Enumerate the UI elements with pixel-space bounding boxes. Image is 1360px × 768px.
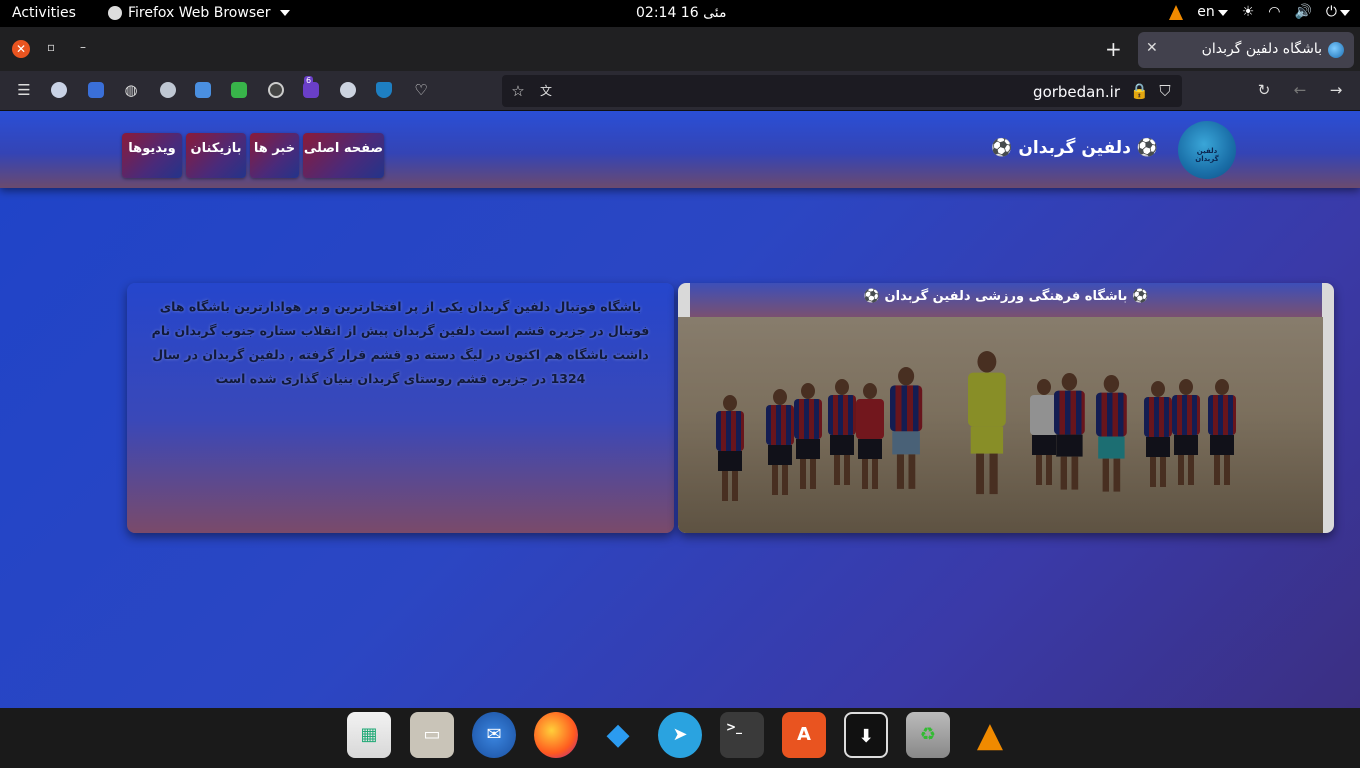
- download-extension-icon[interactable]: [231, 82, 247, 98]
- files-app-icon[interactable]: ▭: [410, 712, 454, 758]
- tab-strip: ✕ ▫ – + باشگاه دلفین گربدان ✕: [0, 27, 1360, 71]
- app-name: Firefox Web Browser: [128, 5, 271, 21]
- url-bar[interactable]: ☆ 文 gorbedan.ir 🔒 ⛉: [502, 75, 1182, 107]
- back-icon[interactable]: →: [1327, 81, 1345, 99]
- translate-page-icon[interactable]: 文: [537, 82, 555, 100]
- site-logo[interactable]: دلفین گربدان: [1178, 121, 1236, 179]
- clock[interactable]: 02:14 16 مئی: [636, 5, 726, 21]
- tab-close-icon[interactable]: ✕: [1146, 40, 1158, 56]
- site-favicon-icon: [1328, 42, 1344, 58]
- team-photo: [678, 317, 1323, 533]
- window-close-button[interactable]: ✕: [12, 40, 30, 58]
- chevron-down-icon: [279, 10, 290, 16]
- system-tray: en ☀ ◠ 🔊 ⏻: [1169, 4, 1350, 20]
- volume-icon[interactable]: 🔊: [1294, 4, 1311, 20]
- new-tab-button[interactable]: +: [1105, 37, 1122, 61]
- system-top-bar: Activities Firefox Web Browser 02:14 16 …: [0, 0, 1360, 27]
- navigation-toolbar: ☰ ◍ 6 ♡ ☆ 文 gorbedan.ir 🔒 ⛉ ↻ ← →: [0, 71, 1360, 111]
- language-label: en: [1197, 4, 1215, 20]
- bookmark-star-icon[interactable]: ☆: [509, 82, 527, 100]
- power-icon[interactable]: ⏻: [1326, 4, 1350, 20]
- vlc-dock-icon[interactable]: ▲: [968, 712, 1012, 758]
- site-header: دلفین گربدان ⚽ دلفین گربدان ⚽ صفحه اصلی …: [0, 111, 1360, 188]
- photo-overlay: [678, 317, 1323, 533]
- chevron-down-icon: [1340, 10, 1350, 16]
- chatgpt-extension-icon[interactable]: [268, 82, 284, 98]
- forward-icon[interactable]: ←: [1291, 81, 1309, 99]
- intro-card: باشگاه فوتبال دلفین گربدان یکی از پر افت…: [127, 283, 674, 533]
- photo-caption: ⚽ باشگاه فرهنگی ورزشی دلفین گربدان ⚽: [690, 283, 1322, 317]
- url-text[interactable]: gorbedan.ir: [1033, 83, 1120, 101]
- nav-news[interactable]: خبر ها: [250, 133, 299, 178]
- firefox-icon: [108, 6, 122, 20]
- lock-icon[interactable]: 🔒: [1130, 82, 1149, 100]
- window-minimize-button[interactable]: –: [80, 40, 86, 54]
- globe-icon[interactable]: ◍: [122, 81, 140, 99]
- software-store-icon[interactable]: A: [782, 712, 826, 758]
- vpn-extension-icon[interactable]: [160, 82, 176, 98]
- language-selector[interactable]: en: [1197, 4, 1228, 20]
- reload-icon[interactable]: ↻: [1255, 81, 1273, 99]
- privacy-extension-icon[interactable]: [51, 82, 67, 98]
- nav-players[interactable]: بازیکنان: [186, 133, 246, 178]
- dock: ▦ ▭ ✉ ◆ ➤ >_ A ⬇ ♻ ▲: [0, 708, 1360, 768]
- tab-title: باشگاه دلفین گربدان: [1201, 41, 1322, 57]
- spreadsheet-app-icon[interactable]: ▦: [347, 712, 391, 758]
- proxy-extension-icon[interactable]: [195, 82, 211, 98]
- firefox-dock-icon[interactable]: [534, 712, 578, 758]
- telegram-icon[interactable]: ➤: [658, 712, 702, 758]
- menu-icon[interactable]: ☰: [15, 81, 33, 99]
- download-manager-icon[interactable]: ⬇: [844, 712, 888, 758]
- activities-button[interactable]: Activities: [12, 5, 76, 21]
- site-title: ⚽ دلفین گربدان ⚽: [991, 138, 1158, 158]
- tracking-shield-icon[interactable]: ⛉: [1156, 82, 1174, 100]
- brightness-icon[interactable]: ☀: [1242, 4, 1255, 20]
- notification-extension-icon[interactable]: 6: [303, 76, 319, 98]
- pocket-icon[interactable]: ♡: [412, 81, 430, 99]
- shield-extension-icon[interactable]: [340, 82, 356, 98]
- intro-text: باشگاه فوتبال دلفین گربدان یکی از پر افت…: [151, 299, 650, 386]
- translate-extension-icon[interactable]: [88, 82, 104, 98]
- extension-badge: 6: [304, 76, 314, 85]
- web-content: دلفین گربدان ⚽ دلفین گربدان ⚽ صفحه اصلی …: [0, 111, 1360, 708]
- vlc-tray-icon[interactable]: [1169, 4, 1184, 20]
- terminal-icon[interactable]: >_: [720, 712, 764, 758]
- team-photo-card: ⚽ باشگاه فرهنگی ورزشی دلفین گربدان ⚽: [678, 283, 1334, 533]
- wifi-icon[interactable]: ◠: [1268, 4, 1280, 20]
- logo-text: دلفین گربدان: [1195, 147, 1219, 163]
- window-restore-button[interactable]: ▫: [47, 40, 55, 54]
- nav-videos[interactable]: ویدیوها: [122, 133, 182, 178]
- bitwarden-icon[interactable]: [376, 82, 392, 98]
- chevron-down-icon: [1217, 10, 1228, 16]
- app-menu[interactable]: Firefox Web Browser: [108, 5, 290, 21]
- thunderbird-icon[interactable]: ✉: [472, 712, 516, 758]
- vscode-icon[interactable]: ◆: [596, 712, 640, 758]
- nav-home[interactable]: صفحه اصلی: [303, 133, 384, 178]
- tab-gorbedan[interactable]: باشگاه دلفین گربدان ✕: [1138, 32, 1354, 68]
- trash-icon[interactable]: ♻: [906, 712, 950, 758]
